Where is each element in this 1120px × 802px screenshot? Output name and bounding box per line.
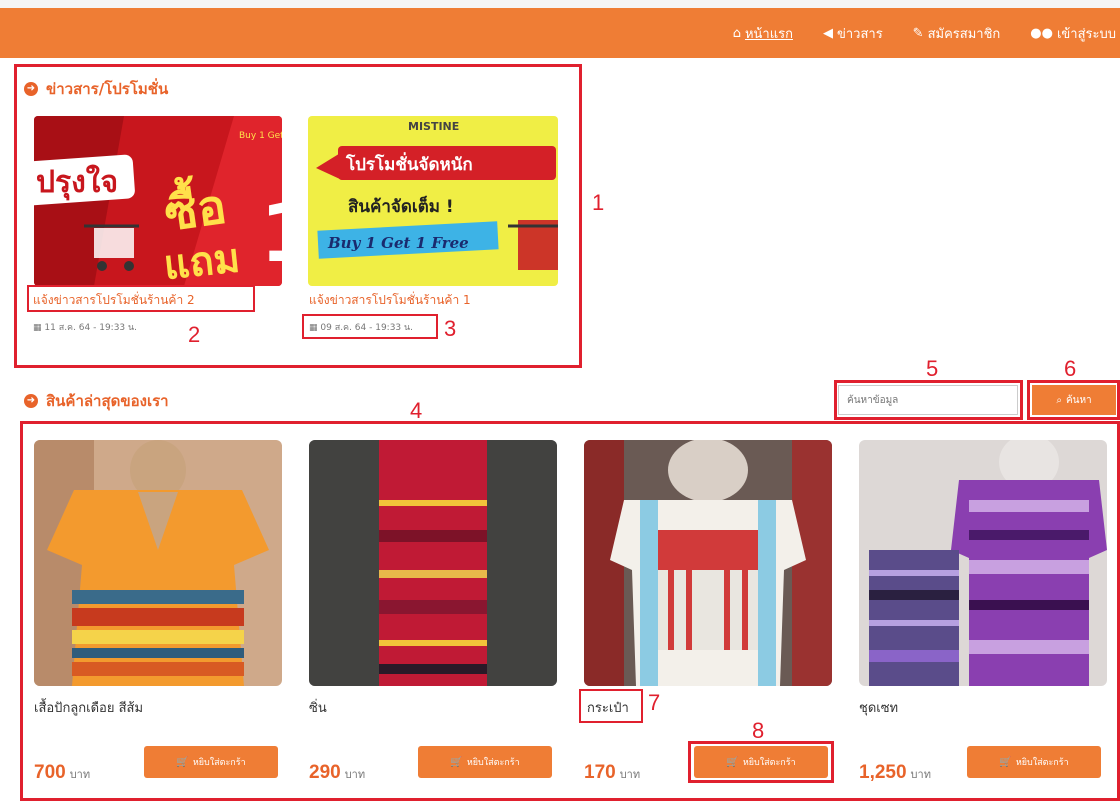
- news-image[interactable]: ปรุงใจ ซื้อ แถม Buy 1 Get 1 1: [34, 116, 282, 286]
- product-price: 170 บาท: [584, 762, 640, 784]
- svg-text:1: 1: [260, 187, 282, 280]
- banner-text: Buy 1 Get 1 Free: [327, 234, 469, 252]
- top-navbar: ⌂ หน้าแรก ◀ ข่าวสาร ✎ สมัครสมาชิก ●● เข้…: [0, 0, 1120, 58]
- home-icon: ⌂: [732, 25, 741, 41]
- cart-icon: 🛒: [176, 756, 189, 768]
- annotation-label-7: 7: [648, 690, 661, 715]
- banner-text: สินค้าจัดเต็ม !: [348, 194, 454, 217]
- nav-item-label: ข่าวสาร: [836, 26, 883, 42]
- product-price: 700 บาท: [34, 762, 90, 784]
- product-image[interactable]: [859, 440, 1107, 686]
- annotation-box-3: [302, 314, 438, 339]
- banner-text: ปรุงใจ: [36, 164, 118, 201]
- price-unit: บาท: [910, 768, 931, 781]
- price-value: 170: [584, 762, 616, 783]
- price-value: 290: [309, 762, 341, 783]
- megaphone-icon: ◀: [822, 25, 833, 41]
- product-name[interactable]: ชุดเซท: [859, 697, 898, 718]
- calendar-icon: ▦: [33, 323, 42, 333]
- product-price: 290 บาท: [309, 762, 365, 784]
- add-to-cart-button[interactable]: 🛒 หยิบใส่ตะกร้า: [144, 746, 278, 778]
- product-image[interactable]: [34, 440, 282, 686]
- news-title[interactable]: แจ้งข่าวสารโปรโมชั่นร้านค้า 1: [309, 291, 471, 310]
- banner-text: MISTINE: [408, 120, 459, 133]
- annotation-label-2: 2: [188, 322, 201, 347]
- annotation-box-2: [27, 285, 255, 312]
- product-price: 1,250 บาท: [859, 762, 931, 784]
- banner-text: Buy 1 Get 1: [239, 131, 282, 141]
- nav-item-label: หน้าแรก: [744, 26, 793, 42]
- cart-button-label: หยิบใส่ตะกร้า: [1015, 758, 1069, 768]
- nav-menu: ⌂ หน้าแรก ◀ ข่าวสาร ✎ สมัครสมาชิก ●● เข้…: [733, 8, 1120, 58]
- nav-item-label: สมัครสมาชิก: [927, 26, 1001, 42]
- annotation-box-7: [579, 689, 643, 723]
- nav-item-home[interactable]: ⌂ หน้าแรก: [733, 23, 793, 44]
- price-unit: บาท: [344, 768, 366, 781]
- news-image[interactable]: MISTINE โปรโมชั่นจัดหนัก สินค้าจัดเต็ม !…: [308, 116, 558, 286]
- products-section-title: ➜ สินค้าล่าสุดของเรา: [24, 389, 169, 413]
- pencil-icon: ✎: [912, 25, 924, 41]
- price-value: 1,250: [859, 762, 907, 783]
- nav-item-register[interactable]: ✎ สมัครสมาชิก: [913, 23, 1001, 44]
- banner-text: แถม: [161, 235, 242, 286]
- users-icon: ●●: [1030, 25, 1053, 41]
- nav-item-label: เข้าสู่ระบบ: [1056, 26, 1116, 42]
- arrow-circle-icon: ➜: [24, 394, 38, 408]
- product-image[interactable]: [309, 440, 557, 686]
- cart-icon: 🛒: [450, 756, 463, 768]
- cart-button-label: หยิบใส่ตะกร้า: [192, 758, 246, 768]
- add-to-cart-button[interactable]: 🛒 หยิบใส่ตะกร้า: [967, 746, 1101, 778]
- add-to-cart-button[interactable]: 🛒 หยิบใส่ตะกร้า: [418, 746, 552, 778]
- annotation-label-3: 3: [444, 316, 457, 341]
- news-date: ▦ 11 ส.ค. 64 - 19:33 น.: [33, 320, 137, 334]
- annotation-box-6: [1027, 380, 1120, 420]
- cart-icon: 🛒: [999, 756, 1012, 768]
- product-name[interactable]: เสื้อปักลูกเดือย สีส้ม: [34, 697, 143, 718]
- nav-item-login[interactable]: ●● เข้าสู่ระบบ: [1030, 23, 1116, 44]
- news-date-text: 11 ส.ค. 64 - 19:33 น.: [44, 323, 138, 333]
- price-value: 700: [34, 762, 66, 783]
- annotation-label-5: 5: [926, 356, 939, 381]
- banner-text: โปรโมชั่นจัดหนัก: [345, 152, 473, 175]
- annotation-label-6: 6: [1064, 356, 1077, 381]
- cart-button-label: หยิบใส่ตะกร้า: [466, 758, 520, 768]
- annotation-label-1: 1: [592, 190, 605, 215]
- annotation-box-5: [834, 380, 1023, 420]
- product-image[interactable]: [584, 440, 832, 686]
- price-unit: บาท: [69, 768, 91, 781]
- nav-item-news[interactable]: ◀ ข่าวสาร: [823, 23, 883, 44]
- product-name[interactable]: ซิ่น: [309, 697, 327, 718]
- products-section-label: สินค้าล่าสุดของเรา: [46, 392, 169, 410]
- annotation-box-8: [688, 741, 834, 783]
- price-unit: บาท: [619, 768, 641, 781]
